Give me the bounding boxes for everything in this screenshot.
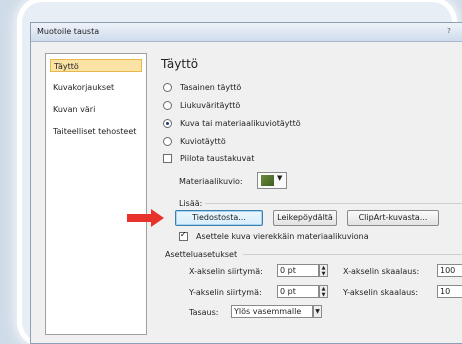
dialog-titlebar: Muotoile tausta ?	[31, 23, 462, 42]
offset-x-field[interactable]: 0 pt	[277, 264, 319, 277]
picture-texture-fill-radio[interactable]: Kuva tai materiaalikuviotäyttö	[163, 119, 301, 128]
sidebar-item-artistic-effects[interactable]: Taiteelliset tehosteet	[50, 125, 142, 138]
scale-x-field[interactable]: 100	[437, 264, 462, 277]
texture-swatch	[261, 175, 274, 186]
tiling-options-heading: Asetteluasetukset	[165, 250, 238, 259]
tile-picture-label: Asettele kuva vierekkäin materiaalikuvio…	[196, 232, 369, 241]
chevron-down-icon: ▼	[277, 174, 283, 182]
texture-label: Materiaalikuvio:	[179, 177, 243, 186]
alignment-label: Tasaus:	[189, 308, 219, 317]
tile-picture-checkbox[interactable]: Asettele kuva vierekkäin materiaalikuvio…	[179, 230, 369, 241]
tiling-divider	[243, 254, 462, 255]
scale-y-field[interactable]: 10	[437, 285, 462, 298]
sidebar-item-picture-color[interactable]: Kuvan väri	[50, 103, 142, 116]
dialog-title: Muotoile tausta	[37, 27, 100, 36]
red-arrow-icon	[127, 209, 164, 227]
offset-y-spinner[interactable]: ▲ ▼	[319, 285, 328, 298]
category-sidebar: Täyttö Kuvakorjaukset Kuvan väri Taiteel…	[45, 53, 147, 335]
hide-background-label: Piilota taustakuvat	[180, 154, 255, 163]
insert-from-label: Lisää:	[179, 199, 203, 208]
offset-x-label: X-akselin siirtymä:	[189, 267, 263, 276]
insert-divider	[205, 203, 462, 204]
fill-heading: Täyttö	[161, 57, 199, 71]
pattern-fill-label: Kuviotäyttö	[180, 137, 226, 146]
insert-from-file-button[interactable]: Tiedostosta...	[175, 210, 263, 226]
texture-dropdown[interactable]: ▼	[257, 172, 287, 189]
pattern-fill-radio[interactable]: Kuviotäyttö	[163, 137, 226, 146]
sidebar-item-picture-corrections[interactable]: Kuvakorjaukset	[50, 81, 142, 94]
scale-x-label: X-akselin skaalaus:	[343, 267, 420, 276]
fill-panel: Täyttö Tasainen täyttö Liukuväritäyttö K…	[127, 53, 462, 343]
gradient-fill-radio[interactable]: Liukuväritäyttö	[163, 101, 240, 110]
solid-fill-label: Tasainen täyttö	[180, 83, 242, 92]
gradient-fill-label: Liukuväritäyttö	[180, 101, 241, 110]
format-background-dialog: Muotoile tausta ? Täyttö Kuvakorjaukset …	[30, 22, 462, 344]
alignment-dropdown-arrow[interactable]: ▼	[313, 305, 322, 318]
sidebar-item-fill[interactable]: Täyttö	[50, 59, 142, 72]
scale-y-label: Y-akselin skaalaus:	[343, 288, 419, 297]
hide-background-checkbox[interactable]: Piilota taustakuvat	[163, 154, 254, 163]
offset-y-label: Y-akselin siirtymä:	[189, 288, 262, 297]
offset-y-field[interactable]: 0 pt	[277, 285, 319, 298]
picture-texture-fill-label: Kuva tai materiaalikuviotäyttö	[180, 119, 301, 128]
help-button[interactable]: ?	[441, 26, 457, 37]
insert-from-clipboard-button[interactable]: Leikepöydältä	[273, 210, 337, 226]
insert-clipart-button[interactable]: ClipArt-kuvasta...	[347, 210, 439, 226]
solid-fill-radio[interactable]: Tasainen täyttö	[163, 83, 241, 92]
offset-x-spinner[interactable]: ▲ ▼	[319, 264, 328, 277]
alignment-select[interactable]: Ylös vasemmalle	[231, 305, 313, 318]
